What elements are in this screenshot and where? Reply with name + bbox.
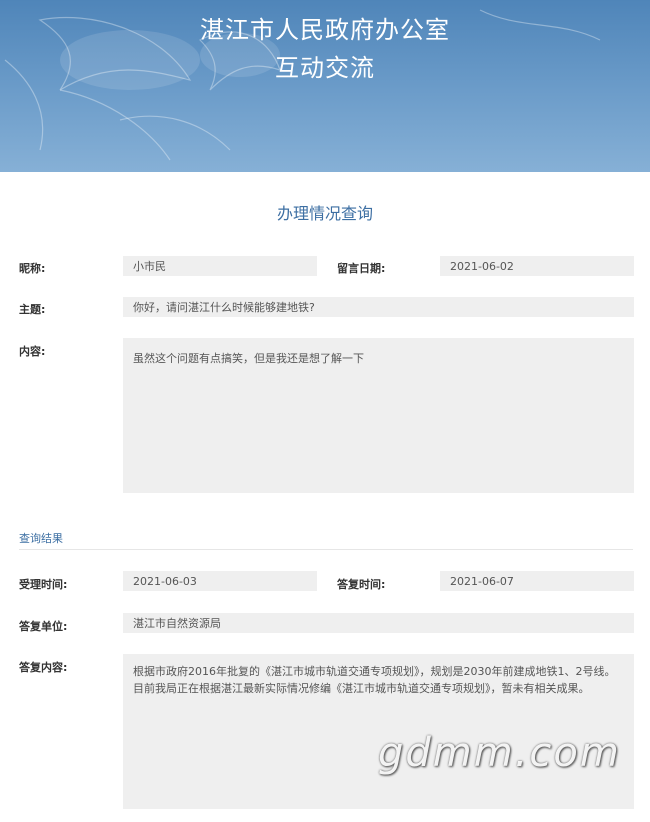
reply-unit-label: 答复单位: [19, 620, 68, 633]
section-divider [19, 549, 633, 550]
nickname-label: 昵称: [19, 262, 46, 275]
reply-content-label: 答复内容: [19, 661, 68, 674]
query-result-title: 查询结果 [19, 532, 63, 545]
message-date-field: 2021-06-02 [440, 256, 634, 276]
content-field: 虽然这个问题有点搞笑，但是我还是想了解一下 [123, 338, 634, 493]
accept-time-label: 受理时间: [19, 578, 68, 591]
page-title: 办理情况查询 [276, 204, 373, 223]
watermark: gdmm.com [378, 730, 621, 776]
subject-field: 你好，请问湛江什么时候能够建地铁? [123, 297, 634, 317]
nickname-field: 小市民 [123, 256, 317, 276]
subject-label: 主题: [19, 303, 46, 316]
header-title: 湛江市人民政府办公室 [200, 16, 450, 44]
header-banner: 湛江市人民政府办公室 互动交流 [0, 0, 650, 172]
accept-time-field: 2021-06-03 [123, 571, 317, 591]
reply-unit-field: 湛江市自然资源局 [123, 613, 634, 633]
header-subtitle: 互动交流 [275, 54, 375, 82]
message-date-label: 留言日期: [337, 262, 386, 275]
reply-time-label: 答复时间: [337, 578, 386, 591]
reply-time-field: 2021-06-07 [440, 571, 634, 591]
content-label: 内容: [19, 345, 46, 358]
